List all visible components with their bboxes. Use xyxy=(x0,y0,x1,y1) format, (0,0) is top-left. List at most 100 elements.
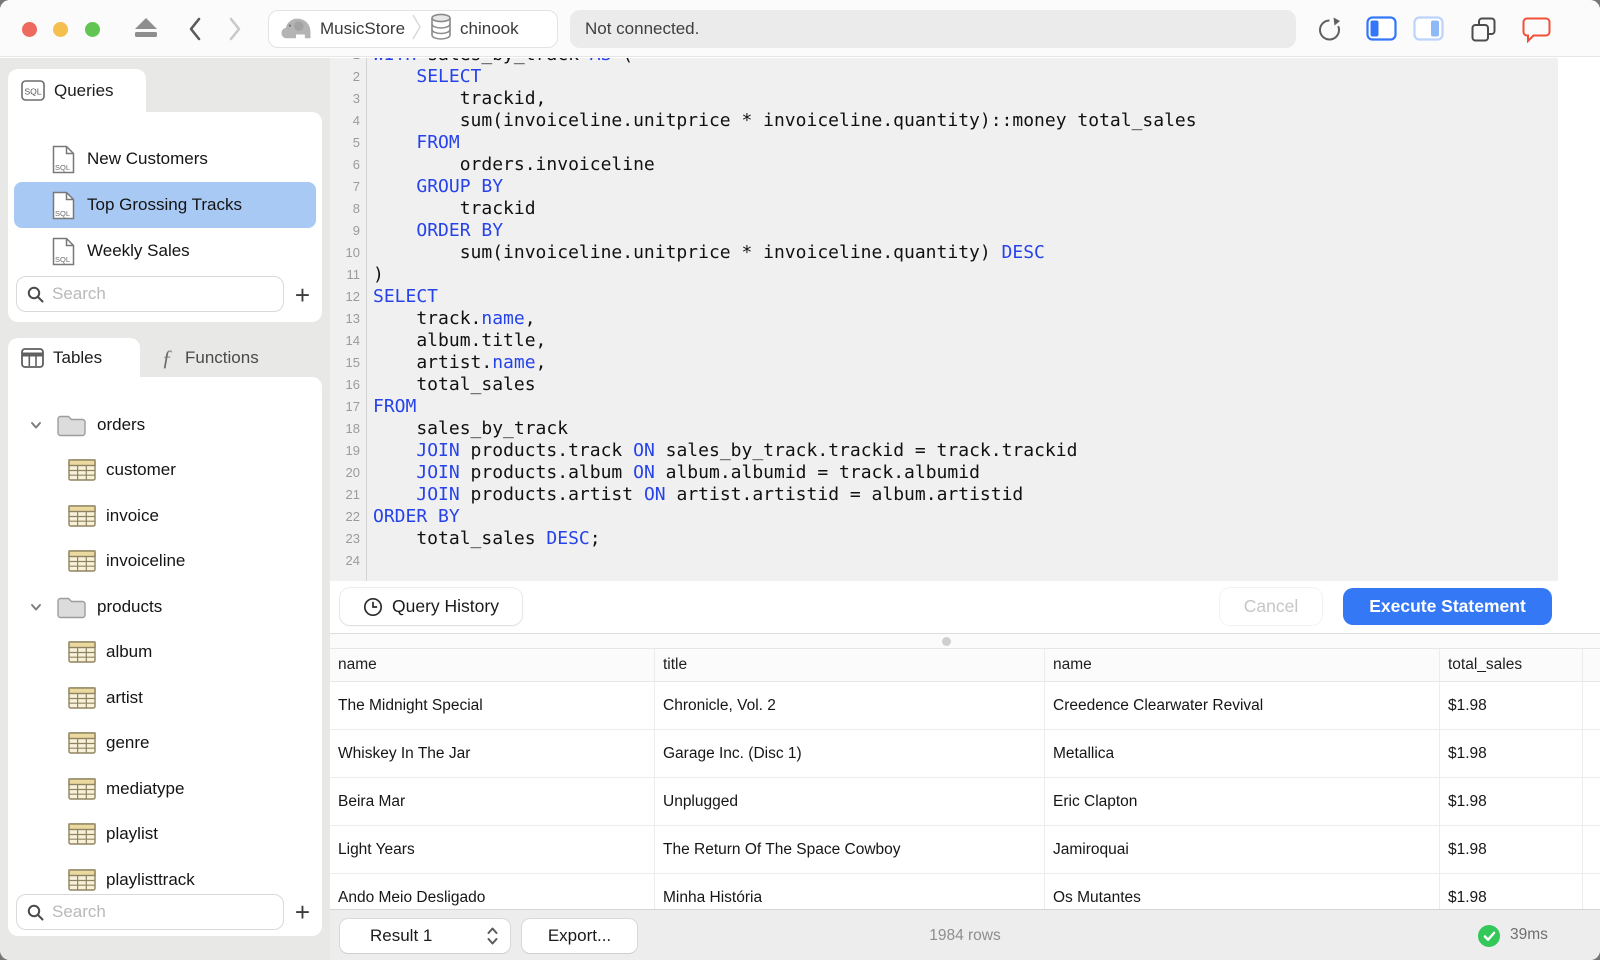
table-cell[interactable]: Metallica xyxy=(1045,730,1440,777)
drag-handle[interactable] xyxy=(942,637,951,646)
splitter[interactable] xyxy=(330,633,1600,649)
code-line: 1WITH sales_by_track AS ( xyxy=(330,58,1558,66)
table-cell[interactable]: $1.98 xyxy=(1440,730,1583,777)
queries-search-input[interactable] xyxy=(52,284,252,304)
table-cell[interactable]: Eric Clapton xyxy=(1045,778,1440,825)
tree-item-label: invoiceline xyxy=(106,551,186,571)
line-number: 10 xyxy=(345,245,360,260)
execute-button[interactable]: Execute Statement xyxy=(1343,588,1552,625)
tree-item-label: playlist xyxy=(106,824,158,844)
schema-search-input[interactable] xyxy=(52,902,252,922)
tree-item-label: customer xyxy=(106,460,176,480)
connection-status: Not connected. xyxy=(570,10,1296,48)
table-cell[interactable]: Jamiroquai xyxy=(1045,826,1440,873)
feedback-button[interactable] xyxy=(1522,16,1551,48)
code-line: 16 total_sales xyxy=(330,374,1558,396)
tree-item-label: mediatype xyxy=(106,778,185,798)
windows-button[interactable] xyxy=(1470,16,1497,48)
line-number: 16 xyxy=(345,377,360,392)
tree-item-mediatype[interactable]: mediatype xyxy=(8,766,322,812)
breadcrumb[interactable]: MusicStore chinook xyxy=(268,10,558,48)
sidebar-item-new-customers[interactable]: SQL New Customers xyxy=(14,136,316,182)
minimize-button[interactable] xyxy=(53,22,68,37)
sidebar-item-weekly-sales[interactable]: SQL Weekly Sales xyxy=(14,228,316,274)
cancel-button[interactable]: Cancel xyxy=(1220,588,1322,625)
tables-tab-label: Tables xyxy=(53,347,103,367)
toggle-left-panel-button[interactable] xyxy=(1366,16,1397,46)
code-line: 11) xyxy=(330,264,1558,286)
table-cell[interactable]: Unplugged xyxy=(655,778,1045,825)
table-cell[interactable]: Garage Inc. (Disc 1) xyxy=(655,730,1045,777)
table-cell[interactable]: $1.98 xyxy=(1440,682,1583,729)
tree-item-customer[interactable]: customer xyxy=(8,448,322,494)
tree-item-label: artist xyxy=(106,687,143,707)
line-number: 19 xyxy=(345,443,360,458)
tree-item-invoiceline[interactable]: invoiceline xyxy=(8,539,322,585)
table-row[interactable]: Whiskey In The Jar Garage Inc. (Disc 1) Me… xyxy=(330,730,1600,778)
queries-tab[interactable]: SQL Queries xyxy=(8,69,146,112)
zoom-button[interactable] xyxy=(85,22,100,37)
table-icon xyxy=(68,550,96,572)
code-line: 13 track.name, xyxy=(330,308,1558,330)
tree-item-playlist[interactable]: playlist xyxy=(8,812,322,858)
tree-item-invoice[interactable]: invoice xyxy=(8,493,322,539)
success-icon xyxy=(1478,925,1500,947)
code-line: 15 artist.name, xyxy=(330,352,1558,374)
functions-tab[interactable]: ƒ Functions xyxy=(145,338,295,377)
query-history-button[interactable]: Query History xyxy=(340,588,522,625)
sidebar-item-top-grossing-tracks[interactable]: SQL Top Grossing Tracks xyxy=(14,182,316,228)
table-cell[interactable]: Whiskey In The Jar xyxy=(330,730,655,777)
column-header[interactable]: name xyxy=(330,649,655,681)
sql-editor[interactable]: 1WITH sales_by_track AS (2 SELECT3 track… xyxy=(330,58,1558,581)
chevron-down-icon[interactable] xyxy=(30,602,42,612)
queries-list: SQL New Customers SQL Top Grossing Tracks SQ… xyxy=(8,112,322,274)
table-cell-filler xyxy=(1583,730,1600,777)
code-rows: 1WITH sales_by_track AS (2 SELECT3 track… xyxy=(330,58,1558,572)
line-number: 5 xyxy=(352,135,360,150)
table-icon xyxy=(68,459,96,481)
code-line: 10 sum(invoiceline.unitprice * invoiceli… xyxy=(330,242,1558,264)
code-line: 5 FROM xyxy=(330,132,1558,154)
table-cell[interactable]: $1.98 xyxy=(1440,826,1583,873)
tables-tab[interactable]: Tables xyxy=(8,338,140,377)
add-query-button[interactable]: + xyxy=(295,282,310,308)
table-cell[interactable]: The Return Of The Space Cowboy xyxy=(655,826,1045,873)
tree-item-orders[interactable]: orders xyxy=(8,402,322,448)
line-number: 21 xyxy=(345,487,360,502)
line-number: 3 xyxy=(352,91,360,106)
table-row[interactable]: Light Years The Return Of The Space Cowbo… xyxy=(330,826,1600,874)
database-icon xyxy=(429,13,453,46)
column-header[interactable]: total_sales xyxy=(1440,649,1583,681)
table-cell[interactable]: Beira Mar xyxy=(330,778,655,825)
back-button[interactable] xyxy=(188,17,202,46)
table-cell[interactable]: $1.98 xyxy=(1440,778,1583,825)
table-row[interactable]: The Midnight Special Chronicle, Vol. 2 Cre… xyxy=(330,682,1600,730)
table-cell[interactable]: Creedence Clearwater Revival xyxy=(1045,682,1440,729)
refresh-button[interactable] xyxy=(1316,16,1343,48)
tree-item-album[interactable]: album xyxy=(8,630,322,676)
search-icon xyxy=(27,286,44,302)
column-header[interactable]: title xyxy=(655,649,1045,681)
column-header[interactable]: name xyxy=(1045,649,1440,681)
table-cell[interactable]: Light Years xyxy=(330,826,655,873)
refresh-icon xyxy=(1319,17,1340,41)
table-cell[interactable]: Chronicle, Vol. 2 xyxy=(655,682,1045,729)
table-columns-icon xyxy=(21,347,44,368)
sql-file-icon: SQL xyxy=(52,237,75,265)
titlebar: MusicStore chinook Not connected. xyxy=(0,0,1600,57)
forward-button[interactable] xyxy=(228,17,242,46)
tree-item-genre[interactable]: genre xyxy=(8,721,322,767)
add-table-button[interactable]: + xyxy=(295,899,310,925)
sql-file-icon: SQL xyxy=(52,191,75,219)
status-bar: Result 1 Export... 1984 rows 39ms xyxy=(330,909,1600,960)
table-cell[interactable]: The Midnight Special xyxy=(330,682,655,729)
chevron-down-icon[interactable] xyxy=(30,420,42,430)
tree-item-products[interactable]: products xyxy=(8,584,322,630)
tree-item-artist[interactable]: artist xyxy=(8,675,322,721)
line-number: 22 xyxy=(345,509,360,524)
table-row[interactable]: Beira Mar Unplugged Eric Clapton $1.98 xyxy=(330,778,1600,826)
eject-icon[interactable] xyxy=(133,16,159,45)
close-button[interactable] xyxy=(22,22,37,37)
toggle-right-panel-button[interactable] xyxy=(1413,16,1444,46)
line-number: 23 xyxy=(345,531,360,546)
